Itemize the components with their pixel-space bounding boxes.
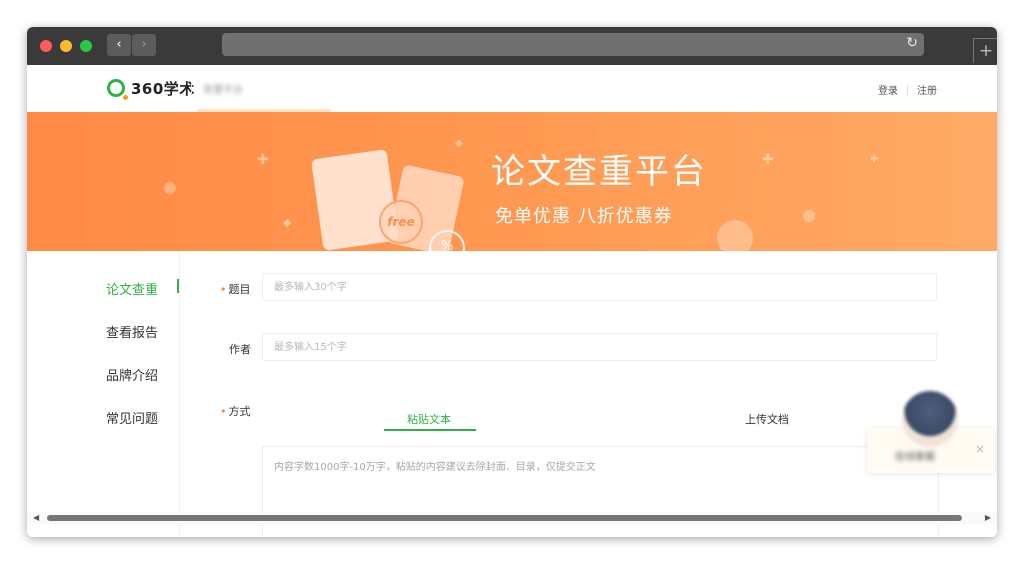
free-badge: free [379,200,423,244]
sidebar-item-faq[interactable]: 常见问题 [106,408,158,427]
sidebar-item-check[interactable]: 论文查重 [106,279,158,298]
tab-paste-text[interactable]: 粘贴文本 [407,411,451,427]
scroll-left-icon[interactable]: ◀ [33,512,39,524]
sidebar-item-brand[interactable]: 品牌介绍 [106,365,158,384]
mode-label: • 方式 [220,403,251,419]
decor-coin [717,220,753,251]
header-divider [191,82,192,95]
horizontal-scrollbar[interactable]: ◀ ▶ [27,512,997,524]
address-bar[interactable]: ↻ [222,33,924,56]
new-tab-button[interactable]: + [973,38,997,63]
support-text: 在线客服 [895,452,935,463]
sparkle-icon: ◆ [283,216,292,229]
title-label: • 题目 [220,281,251,297]
logo-text: 360学术 [131,79,195,98]
site-logo[interactable]: 360学术 [107,78,195,100]
scrollbar-thumb[interactable] [47,515,962,521]
banner-subtitle: 免单优惠 八折优惠券 [495,206,673,227]
required-mark: • [220,283,227,296]
tab-active-underline [384,429,476,431]
sparkle-icon: ✚ [257,152,269,168]
support-widget[interactable]: 在线客服 × [867,391,995,486]
page-content: 360学术 查重平台 登录 注册 ✚ ◆ ◆ ✚ ✚ free % 论文查重平台 [27,65,997,537]
site-header: 360学术 查重平台 登录 注册 [27,65,997,112]
sidebar: 论文查重 查看报告 品牌介绍 常见问题 [27,251,180,537]
register-link[interactable]: 注册 [917,82,937,97]
browser-titlebar: ‹ › ↻ + [27,27,997,65]
browser-window: ‹ › ↻ + 360学术 查重平台 登录 注册 ✚ ◆ ◆ ✚ ✚ free … [27,27,997,537]
promo-banner[interactable]: ✚ ◆ ◆ ✚ ✚ free % 论文查重平台 免单优惠 八折优惠券 [27,112,997,251]
decor-dot [164,182,176,194]
banner-title: 论文查重平台 [491,152,707,192]
close-icon[interactable]: × [975,442,985,456]
author-input[interactable] [263,334,935,360]
plus-icon: + [978,41,994,61]
sidebar-active-indicator [177,279,179,293]
logo-icon [107,79,128,100]
chevron-left-icon: ‹ [116,37,122,52]
decor-dot [803,210,815,222]
login-link[interactable]: 登录 [878,82,898,97]
author-field[interactable] [262,333,937,361]
forward-button[interactable]: › [132,34,156,56]
mode-label-text: 方式 [228,405,251,418]
header-auth-links: 登录 注册 [878,82,937,97]
author-label: 作者 [229,343,251,356]
chevron-right-icon: › [141,37,147,52]
sidebar-item-report[interactable]: 查看报告 [106,322,158,341]
main-area: 论文查重 查看报告 品牌介绍 常见问题 •题目 作者 •方式 粘贴文本 上传文档 [27,251,997,537]
scroll-right-icon[interactable]: ▶ [985,512,991,524]
sparkle-icon: ◆ [455,138,463,149]
zoom-window-button[interactable] [80,40,92,52]
auth-divider [907,84,908,95]
minimize-window-button[interactable] [60,40,72,52]
back-button[interactable]: ‹ [107,34,131,56]
tab-upload-doc[interactable]: 上传文档 [745,411,789,427]
title-field[interactable] [262,273,937,301]
title-label-text: 题目 [228,283,251,296]
sparkle-icon: ✚ [762,152,774,168]
reload-icon[interactable]: ↻ [906,35,918,51]
sparkle-icon: ✚ [870,154,879,165]
required-mark: • [220,405,227,418]
close-window-button[interactable] [40,40,52,52]
title-input[interactable] [263,274,935,300]
support-avatar[interactable] [902,391,958,447]
header-subtitle: 查重平台 [203,85,243,96]
